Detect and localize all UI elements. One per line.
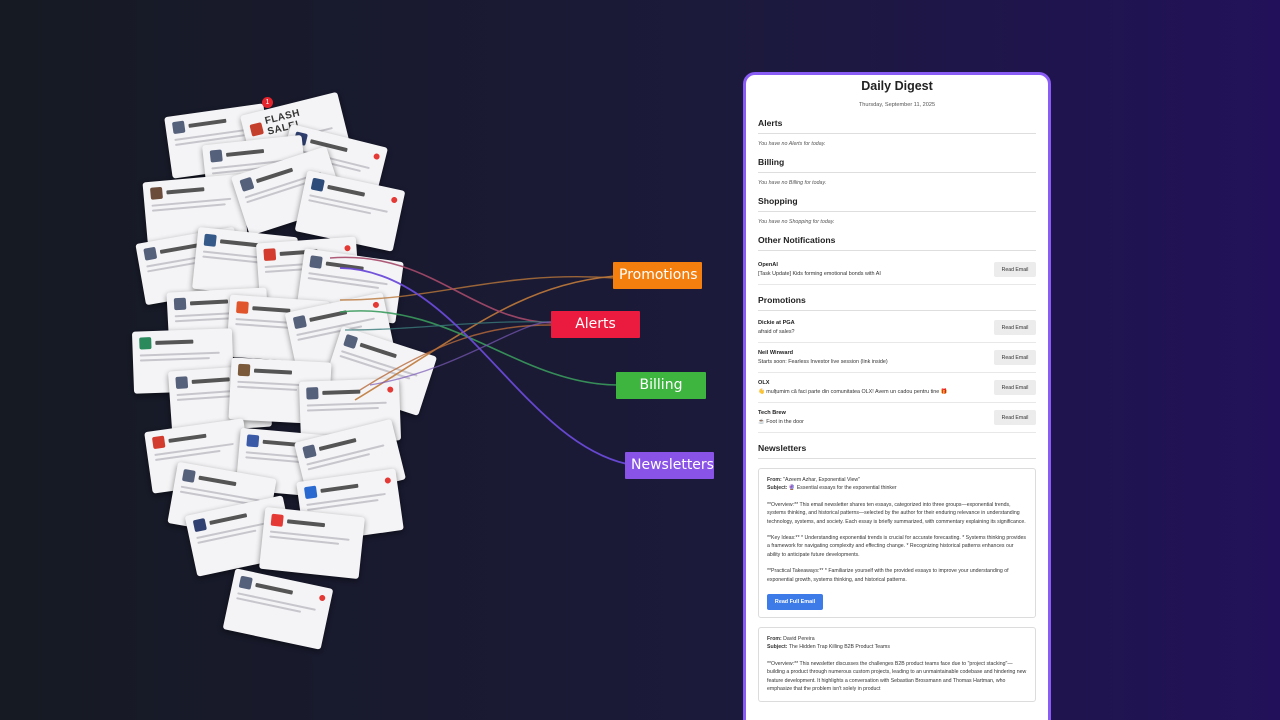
section-alerts: Alerts You have no Alerts for today. xyxy=(758,118,1036,147)
sender: OpenAI xyxy=(758,262,778,268)
section-title: Billing xyxy=(758,157,1036,173)
digest-title: Daily Digest xyxy=(861,79,933,93)
section-other-notifications: Other Notifications OpenAI [Task Update] … xyxy=(758,235,1036,285)
newsletter-takeaways: **Practical Takeaways:** * Familiarize y… xyxy=(767,568,1009,583)
empty-message: You have no Alerts for today. xyxy=(758,141,826,147)
sender: Dickie at PGA xyxy=(758,320,795,326)
empty-message: You have no Shopping for today. xyxy=(758,219,835,225)
read-email-button[interactable]: Read Email xyxy=(994,380,1036,395)
list-item: Tech Brew ☕ Foot in the door Read Email xyxy=(758,403,1036,433)
section-title: Newsletters xyxy=(758,443,1036,459)
link-alerts-2 xyxy=(359,324,553,391)
newsletter-key-ideas: **Key Ideas:** * Understanding exponenti… xyxy=(767,535,1026,558)
connector-lines xyxy=(329,256,628,465)
newsletter-overview: **Overview:** This email newsletter shar… xyxy=(767,501,1026,525)
link-promotions xyxy=(354,275,616,401)
newsletter-from: David Pereira xyxy=(783,636,815,643)
sender: OLX xyxy=(758,380,770,386)
section-newsletters: Newsletters From: "Azeem Azhar, Exponent… xyxy=(758,443,1036,702)
read-email-button[interactable]: Read Email xyxy=(994,350,1036,365)
tag-promotions: Promotions xyxy=(613,262,702,289)
read-email-button[interactable]: Read Email xyxy=(994,320,1036,335)
subject-label: Subject: xyxy=(767,644,788,651)
newsletter-card: From: "Azeem Azhar, Exponential View" Su… xyxy=(758,468,1036,619)
from-label: From: xyxy=(767,477,782,483)
section-title: Shopping xyxy=(758,196,1036,212)
section-billing: Billing You have no Billing for today. xyxy=(758,157,1036,186)
list-item: OpenAI [Task Update] Kids forming emotion… xyxy=(758,255,1036,285)
tag-billing: Billing xyxy=(616,372,706,399)
section-title: Alerts xyxy=(758,118,1036,134)
sender: Neil Winward xyxy=(758,350,794,356)
digest-date: Thursday, September 11, 2025 xyxy=(858,102,936,108)
list-item: Neil Winward Starts soon: Fearless Invest… xyxy=(758,343,1036,373)
read-email-button[interactable]: Read Email xyxy=(994,410,1036,425)
link-promotions-2 xyxy=(339,275,616,301)
read-full-email-button[interactable]: Read Full Email xyxy=(767,594,823,611)
list-item: Dickie at PGA afraid of sales? Read Email xyxy=(758,313,1036,343)
subject-label: Subject: xyxy=(767,485,788,492)
subject: [Task Update] Kids forming emotional bon… xyxy=(758,271,881,277)
tag-alerts: Alerts xyxy=(551,311,640,338)
newsletter-subject: The Hidden Trap Killing B2B Product Team… xyxy=(788,644,890,651)
newsletter-overview: **Overview:** This newsletter discusses … xyxy=(767,660,1027,693)
link-newsletters xyxy=(339,267,628,465)
section-title: Promotions xyxy=(758,295,1036,311)
sender: Tech Brew xyxy=(758,410,786,416)
subject: Starts soon: Fearless Investor live sess… xyxy=(758,359,888,365)
tag-newsletters: Newsletters xyxy=(625,452,714,479)
newsletter-subject: 🔮 Essential essays for the exponential t… xyxy=(788,485,897,492)
section-shopping: Shopping You have no Shopping for today. xyxy=(758,196,1036,225)
section-title: Other Notifications xyxy=(758,235,1036,251)
read-email-button[interactable]: Read Email xyxy=(994,262,1036,277)
section-promotions: Promotions Dickie at PGA afraid of sales?… xyxy=(758,295,1036,433)
subject: afraid of sales? xyxy=(758,329,795,335)
newsletter-card: From: David Pereira Subject: The Hidden … xyxy=(758,627,1036,702)
empty-message: You have no Billing for today. xyxy=(758,180,827,186)
subject: 👋 mulțumim că faci parte din comunitatea… xyxy=(758,389,948,395)
from-label: From: xyxy=(767,636,782,643)
daily-digest-panel: Daily Digest Thursday, September 11, 202… xyxy=(743,72,1051,720)
newsletter-from: "Azeem Azhar, Exponential View" xyxy=(783,477,860,483)
link-newsletters-2 xyxy=(369,321,553,386)
list-item: OLX 👋 mulțumim că faci parte din comunita… xyxy=(758,373,1036,403)
subject: ☕ Foot in the door xyxy=(758,419,804,425)
